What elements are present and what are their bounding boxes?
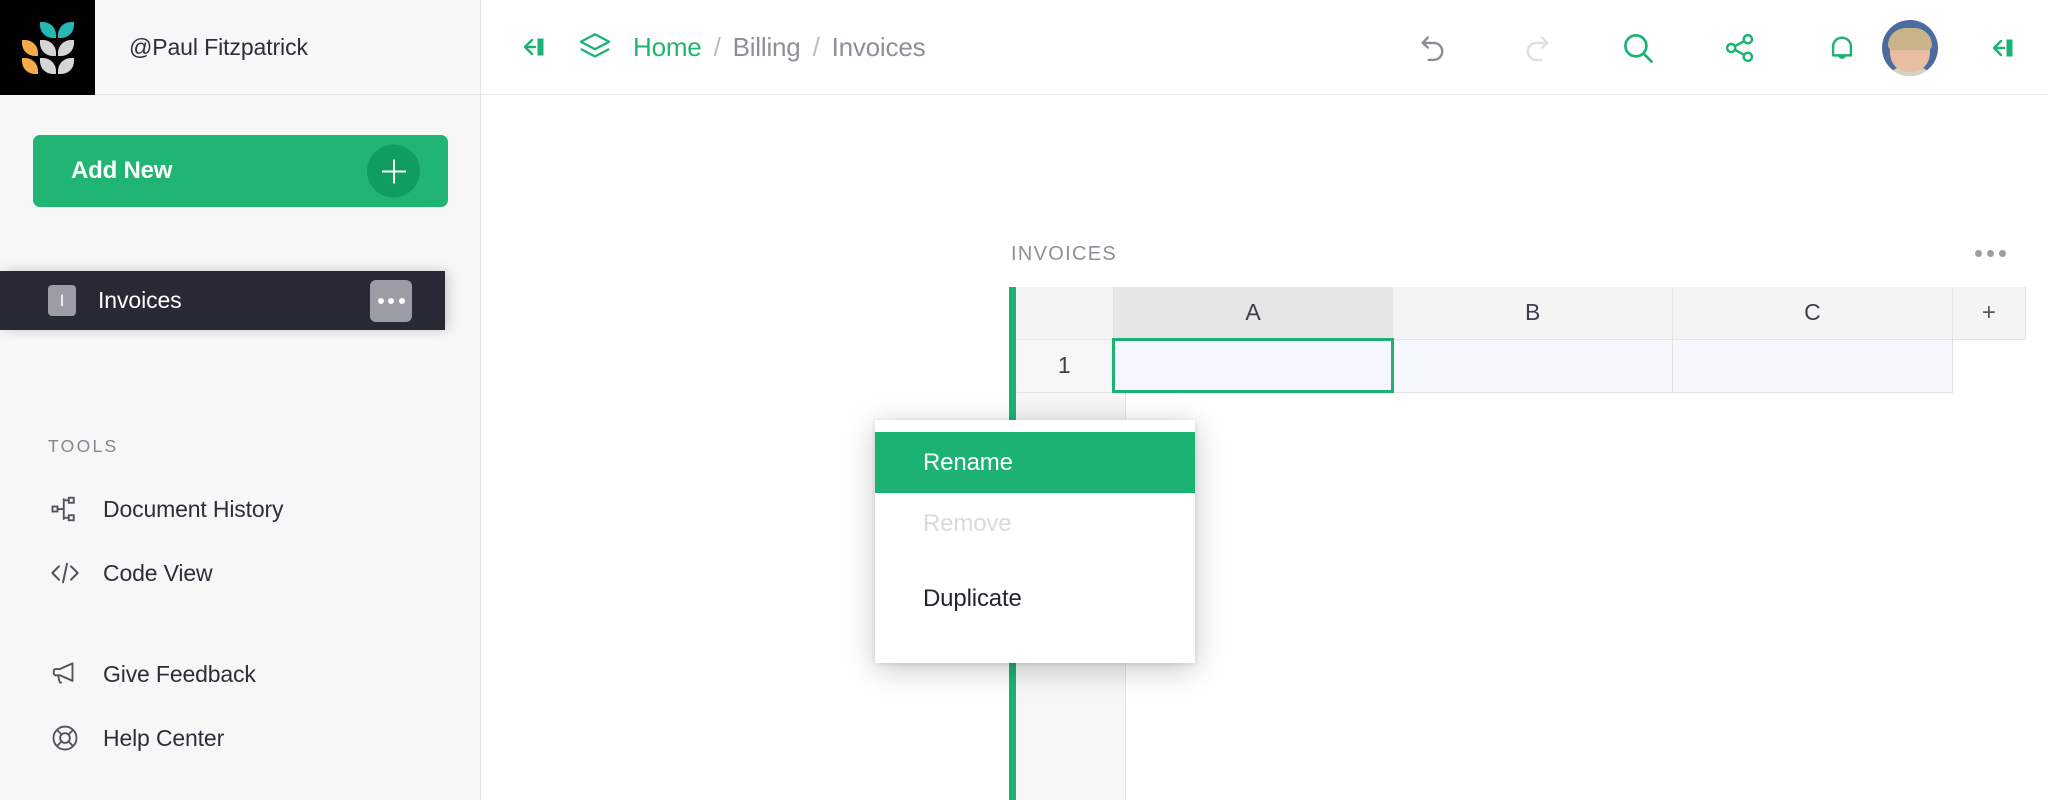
spreadsheet-table: A B C + 1 bbox=[1016, 287, 2027, 393]
cell-a1[interactable] bbox=[1112, 338, 1394, 393]
breadcrumb: Home / Billing / Invoices bbox=[633, 31, 926, 63]
add-new-button[interactable]: Add New bbox=[33, 135, 448, 207]
code-brackets-icon bbox=[48, 556, 82, 590]
column-header-row: A B C + bbox=[1016, 287, 2027, 340]
logo-cell bbox=[39, 39, 56, 56]
menu-item-remove: Remove bbox=[923, 509, 1012, 537]
collapse-left-icon[interactable] bbox=[511, 27, 551, 67]
sidebar-header: @Paul Fitzpatrick bbox=[0, 0, 480, 95]
logo-cell bbox=[57, 39, 74, 56]
sidebar: @Paul Fitzpatrick Add New I Invoices TOO… bbox=[0, 0, 481, 800]
life-ring-icon bbox=[48, 721, 82, 755]
app-logo[interactable] bbox=[0, 0, 95, 95]
avatar[interactable] bbox=[1882, 19, 1938, 76]
sidebar-item-label: Document History bbox=[103, 495, 284, 522]
logo-cell bbox=[39, 21, 56, 38]
plus-icon bbox=[367, 144, 420, 198]
ellipsis-icon[interactable] bbox=[370, 279, 412, 322]
menu-spacer bbox=[875, 554, 1195, 568]
row-header-1[interactable]: 1 bbox=[1016, 338, 1114, 393]
app-logo-icon bbox=[21, 21, 74, 74]
cell-b1[interactable] bbox=[1392, 338, 1673, 393]
sidebar-item-invoices[interactable]: I Invoices bbox=[0, 271, 445, 330]
column-header-c[interactable]: C bbox=[1672, 287, 1953, 340]
sidebar-item-label: Code View bbox=[103, 559, 213, 586]
breadcrumb-item-home[interactable]: Home bbox=[633, 32, 702, 63]
logo-cell bbox=[57, 57, 74, 74]
tools-heading: TOOLS bbox=[48, 436, 119, 456]
column-header-b[interactable]: B bbox=[1392, 287, 1673, 340]
share-icon[interactable] bbox=[1714, 22, 1766, 74]
breadcrumb-separator: / bbox=[713, 31, 721, 62]
search-icon[interactable] bbox=[1612, 22, 1664, 74]
add-new-label: Add New bbox=[71, 157, 173, 184]
sidebar-item-code-view[interactable]: Code View bbox=[48, 556, 213, 590]
column-header-a[interactable]: A bbox=[1112, 287, 1394, 340]
collapse-right-icon[interactable] bbox=[1984, 28, 2024, 68]
breadcrumb-item-invoices: Invoices bbox=[831, 31, 926, 62]
sidebar-item-help-center[interactable]: Help Center bbox=[48, 721, 224, 755]
breadcrumb-item-billing[interactable]: Billing bbox=[733, 32, 801, 63]
document-chip: I bbox=[48, 285, 76, 316]
menu-item-duplicate[interactable]: Duplicate bbox=[875, 568, 1195, 629]
sheet-more-ellipsis-icon[interactable] bbox=[1975, 250, 2006, 257]
logo-cell bbox=[22, 22, 38, 38]
branch-history-icon bbox=[48, 492, 82, 526]
cell-spacer bbox=[1952, 339, 2026, 392]
logo-cell bbox=[21, 39, 38, 56]
add-column-button[interactable]: + bbox=[1951, 287, 2027, 340]
undo-icon[interactable] bbox=[1408, 22, 1460, 74]
main-area: Home / Billing / Invoices INVOICES A B C… bbox=[481, 0, 2048, 800]
redo-icon[interactable] bbox=[1510, 22, 1562, 74]
layers-icon bbox=[575, 27, 615, 67]
bell-icon[interactable] bbox=[1816, 22, 1868, 74]
select-all-corner[interactable] bbox=[1016, 287, 1114, 340]
breadcrumb-separator: / bbox=[812, 31, 820, 62]
top-bar-actions bbox=[1408, 0, 2048, 95]
sidebar-item-label: Invoices bbox=[98, 287, 182, 313]
logo-cell bbox=[57, 21, 74, 38]
sidebar-item-give-feedback[interactable]: Give Feedback bbox=[48, 657, 256, 691]
menu-item-rename[interactable]: Rename bbox=[875, 432, 1195, 493]
account-name[interactable]: @Paul Fitzpatrick bbox=[95, 0, 480, 95]
sheet-title: INVOICES bbox=[1011, 243, 1117, 265]
context-menu: Rename Remove Duplicate bbox=[875, 420, 1195, 663]
sidebar-item-label: Give Feedback bbox=[103, 660, 256, 687]
sidebar-item-label: Help Center bbox=[103, 724, 225, 751]
add-new-container: Add New bbox=[0, 95, 480, 207]
megaphone-icon bbox=[48, 657, 82, 691]
table-row: 1 bbox=[1016, 338, 2026, 393]
sidebar-item-document-history[interactable]: Document History bbox=[48, 492, 284, 526]
logo-cell bbox=[39, 57, 56, 74]
top-bar: Home / Billing / Invoices bbox=[481, 0, 2048, 95]
app-root: @Paul Fitzpatrick Add New I Invoices TOO… bbox=[0, 0, 2048, 800]
content-area: INVOICES A B C + 1 Rename Remove Duplica… bbox=[481, 95, 2048, 800]
logo-cell bbox=[21, 57, 38, 74]
cell-c1[interactable] bbox=[1672, 338, 1953, 393]
